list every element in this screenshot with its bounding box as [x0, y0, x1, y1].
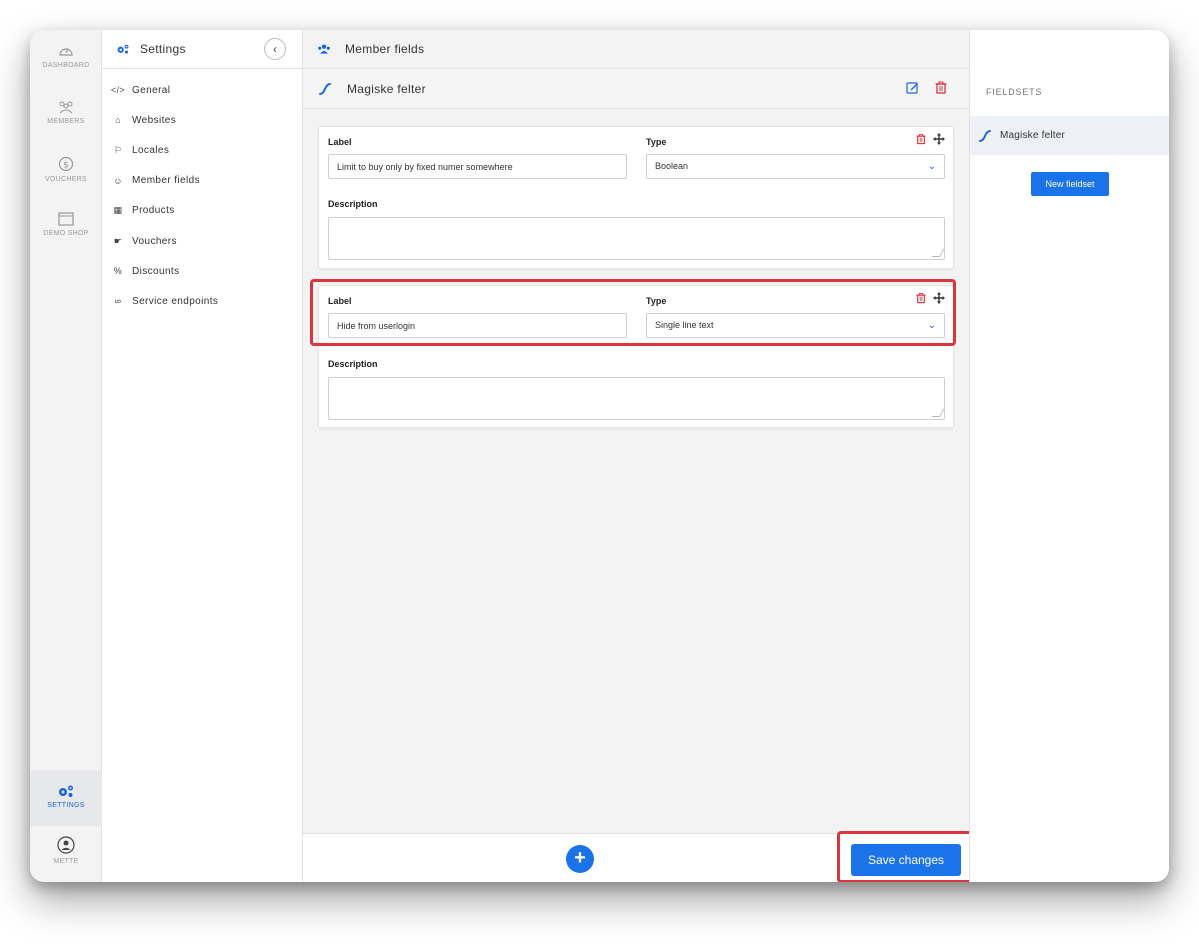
users-icon — [318, 44, 330, 54]
settings-nav-title: Settings — [140, 42, 186, 56]
page-title: Member fields — [345, 42, 425, 56]
percent-icon: % — [113, 266, 123, 277]
fieldset-icon — [319, 82, 331, 95]
rail-label-settings: SETTINGS — [47, 802, 85, 809]
settings-nav: Settings ‹ </> General ⌂ Websites ⚐ Locales… — [102, 30, 303, 882]
edit-icon[interactable] — [906, 81, 919, 94]
chevron-down-icon: ⌄ — [927, 161, 936, 172]
nav-item-label: Websites — [132, 114, 177, 126]
user-avatar-icon — [57, 836, 75, 854]
link-icon: ∞ — [114, 296, 122, 307]
fieldsets-section-title: FIELDSETS — [986, 87, 1043, 97]
fieldset-actions — [906, 81, 947, 94]
fieldset-title: Magiske felter — [347, 81, 426, 96]
rail-item-settings[interactable]: SETTINGS — [30, 770, 102, 826]
home-icon: ⌂ — [115, 115, 121, 126]
rail-label-dashboard: DASHBOARD — [42, 62, 90, 69]
nav-item-member-fields[interactable]: ☺ Member fields — [102, 166, 302, 196]
collapse-nav-button[interactable]: ‹ — [264, 38, 286, 60]
highlight-box-field-row — [310, 279, 956, 346]
rail-item-dashboard[interactable]: DASHBOARD — [30, 30, 102, 86]
nav-item-locales[interactable]: ⚐ Locales — [102, 135, 302, 165]
nav-item-label: Vouchers — [132, 235, 177, 247]
nav-item-products[interactable]: ▦ Products — [102, 196, 302, 226]
fieldsets-panel: FIELDSETS Magiske felter New fieldset — [969, 30, 1169, 882]
move-icon[interactable] — [933, 133, 945, 145]
shop-icon — [58, 212, 74, 226]
field-card: Label Type Boolean ⌄ Description — [318, 126, 954, 269]
main-header: Member fields — [303, 30, 969, 69]
nav-item-discounts[interactable]: % Discounts — [102, 256, 302, 286]
nav-item-label: Locales — [132, 144, 170, 156]
app-window: DASHBOARD MEMBERS $ VOUCHERS DEMO SHOP S… — [30, 30, 1169, 882]
trash-icon[interactable] — [916, 133, 926, 145]
description-textarea[interactable] — [328, 377, 945, 420]
dashboard-icon — [59, 48, 73, 56]
rail-label-user: METTE — [53, 858, 79, 865]
rail-label-members: MEMBERS — [47, 118, 85, 125]
nav-item-service-endpoints[interactable]: ∞ Service endpoints — [102, 286, 302, 316]
boxes-icon: ▦ — [113, 205, 123, 216]
rail-item-vouchers[interactable]: $ VOUCHERS — [30, 142, 102, 198]
type-select[interactable]: Boolean ⌄ — [646, 154, 945, 179]
fieldset-header: Magiske felter — [303, 69, 969, 109]
gears-icon — [59, 785, 73, 797]
description-heading: Description — [328, 359, 378, 369]
code-icon: </> — [110, 85, 126, 96]
add-field-button[interactable]: + — [566, 845, 594, 873]
description-textarea[interactable] — [328, 217, 945, 260]
flag-icon: ⚐ — [113, 144, 123, 155]
trash-icon[interactable] — [935, 81, 947, 94]
nav-item-vouchers[interactable]: ☛ Vouchers — [102, 226, 302, 256]
rail-item-members[interactable]: MEMBERS — [30, 86, 102, 142]
nav-item-label: General — [132, 84, 171, 96]
nav-item-label: Member fields — [132, 175, 200, 187]
chevron-left-icon: ‹ — [273, 42, 277, 56]
nav-item-label: Products — [132, 205, 175, 217]
highlight-box-save — [837, 831, 973, 882]
label-heading: Label — [328, 137, 352, 147]
rail-item-demo-shop[interactable]: DEMO SHOP — [30, 198, 102, 254]
users-icon: ☺ — [113, 175, 123, 186]
fieldset-icon — [979, 129, 991, 142]
type-select-value: Boolean — [655, 161, 689, 171]
main-content: Member fields Magiske felter Label Type … — [303, 30, 973, 882]
rail-label-vouchers: VOUCHERS — [44, 176, 88, 183]
svg-text:$: $ — [63, 161, 69, 171]
fieldset-list-item-label: Magiske felter — [1000, 130, 1066, 141]
nav-item-websites[interactable]: ⌂ Websites — [102, 105, 302, 135]
hand-icon: ☛ — [113, 235, 123, 246]
fieldset-list-item[interactable]: Magiske felter — [970, 116, 1169, 155]
description-heading: Description — [328, 199, 378, 209]
gears-icon — [117, 44, 129, 54]
nav-item-label: Discounts — [132, 265, 180, 277]
settings-nav-header: Settings ‹ — [102, 30, 302, 69]
resize-grip-icon[interactable] — [931, 249, 945, 257]
vouchers-icon: $ — [58, 156, 74, 172]
field-actions — [916, 133, 945, 145]
members-icon — [59, 101, 73, 114]
settings-nav-list: </> General ⌂ Websites ⚐ Locales ☺ Member fi… — [102, 69, 302, 317]
type-heading: Type — [646, 137, 667, 147]
label-input[interactable] — [328, 154, 627, 179]
nav-item-general[interactable]: </> General — [102, 75, 302, 105]
nav-item-label: Service endpoints — [132, 295, 219, 307]
new-fieldset-button[interactable]: New fieldset — [1031, 172, 1109, 196]
rail-item-user[interactable]: METTE — [30, 828, 102, 882]
bottom-action-bar: + Save changes — [303, 831, 973, 882]
main-rail: DASHBOARD MEMBERS $ VOUCHERS DEMO SHOP S… — [30, 30, 102, 882]
rail-label-demo-shop: DEMO SHOP — [43, 230, 89, 237]
resize-grip-icon[interactable] — [931, 409, 945, 417]
